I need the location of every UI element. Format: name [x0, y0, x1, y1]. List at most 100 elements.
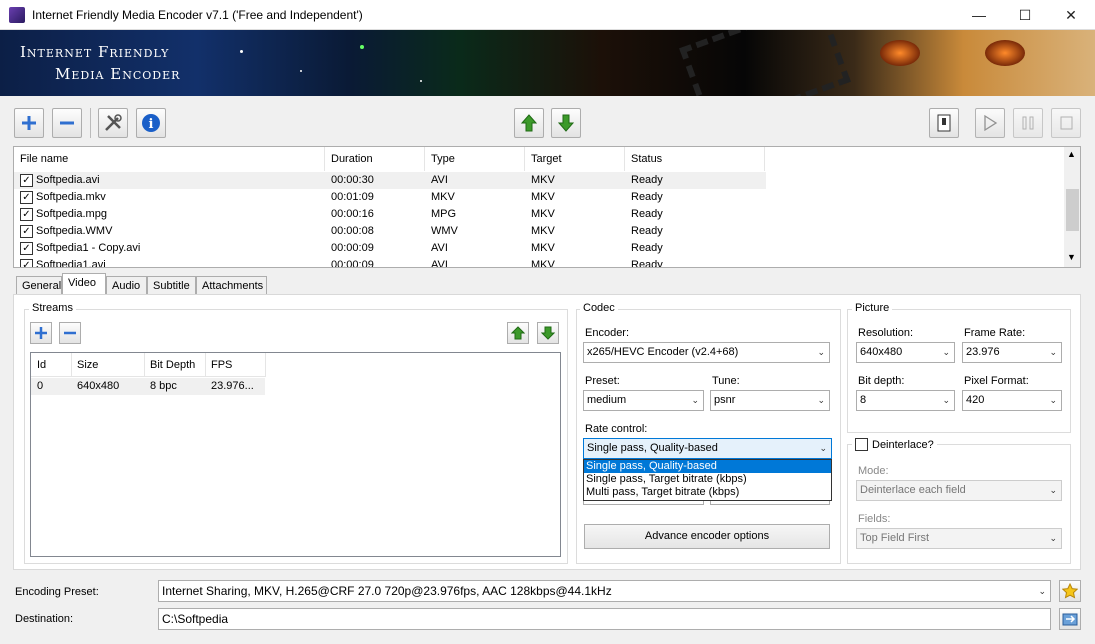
add-stream-button[interactable] [30, 322, 52, 344]
table-row[interactable]: ✓ Softpedia.WMV 00:00:08 WMV MKV Ready [14, 223, 766, 240]
move-up-button[interactable] [514, 108, 544, 138]
stream-bitdepth: 8 bpc [150, 380, 177, 392]
tab-video[interactable]: Video [62, 273, 106, 296]
pause-button[interactable] [1013, 108, 1043, 138]
table-row[interactable]: ✓ Softpedia1.avi 00:00:09 AVI MKV Ready [14, 257, 766, 267]
column-header-type[interactable]: Type [425, 147, 525, 171]
add-file-button[interactable] [14, 108, 44, 138]
tune-select[interactable]: psnr ⌄ [710, 390, 830, 411]
rate-option-quality[interactable]: Single pass, Quality-based [584, 460, 831, 473]
scroll-down-icon[interactable]: ▼ [1067, 252, 1076, 262]
chevron-down-icon: ⌄ [1049, 485, 1057, 495]
table-row[interactable]: ✓ Softpedia1 - Copy.avi 00:00:09 AVI MKV… [14, 240, 766, 257]
destination-input[interactable]: C:\Softpedia [158, 608, 1051, 630]
file-status: Ready [631, 242, 663, 254]
chevron-down-icon: ⌄ [817, 395, 825, 405]
rate-option-target-bitrate[interactable]: Single pass, Target bitrate (kbps) [584, 473, 831, 486]
move-down-button[interactable] [551, 108, 581, 138]
rate-control-select[interactable]: Single pass, Quality-based ⌄ [583, 438, 832, 459]
app-banner: Internet Friendly Media Encoder [0, 30, 1095, 96]
table-row[interactable]: 0 640x480 8 bpc 23.976... [31, 378, 265, 395]
chevron-down-icon: ⌄ [1049, 347, 1057, 357]
column-header-duration[interactable]: Duration [325, 147, 425, 171]
advance-encoder-options-button[interactable]: Advance encoder options [584, 524, 830, 549]
svg-text:i: i [149, 117, 154, 132]
pixel-format-select[interactable]: 420 ⌄ [962, 390, 1062, 411]
encoder-select[interactable]: x265/HEVC Encoder (v2.4+68) ⌄ [583, 342, 830, 363]
plus-icon [22, 116, 36, 130]
column-header-filename[interactable]: File name [14, 147, 325, 171]
file-list-scrollbar[interactable]: ▲ ▼ [1064, 147, 1080, 267]
scroll-thumb[interactable] [1066, 189, 1079, 231]
stream-up-button[interactable] [507, 322, 529, 344]
star-icon [1062, 583, 1078, 599]
maximize-button[interactable]: ☐ [1002, 0, 1048, 30]
chevron-down-icon: ⌄ [942, 395, 950, 405]
fields-value: Top Field First [860, 532, 930, 544]
row-checkbox[interactable]: ✓ [20, 208, 33, 221]
stream-down-button[interactable] [537, 322, 559, 344]
file-type: AVI [431, 174, 448, 186]
row-checkbox[interactable]: ✓ [20, 242, 33, 255]
file-name: Softpedia.WMV [36, 225, 113, 237]
column-header-bitdepth[interactable]: Bit Depth [150, 359, 195, 371]
column-header-target[interactable]: Target [525, 147, 625, 171]
file-status: Ready [631, 174, 663, 186]
deinterlace-label: Deinterlace? [872, 438, 934, 451]
tune-value: psnr [714, 394, 736, 406]
minimize-button[interactable]: — [956, 0, 1002, 30]
table-row[interactable]: ✓ Softpedia.mkv 00:01:09 MKV MKV Ready [14, 189, 766, 206]
row-checkbox[interactable]: ✓ [20, 225, 33, 238]
row-checkbox[interactable]: ✓ [20, 191, 33, 204]
tab-audio[interactable]: Audio [106, 276, 147, 295]
tab-general[interactable]: General [16, 276, 62, 295]
browse-destination-button[interactable] [1059, 608, 1081, 630]
column-header-status[interactable]: Status [625, 147, 765, 171]
resolution-value: 640x480 [860, 346, 903, 358]
stream-id: 0 [37, 380, 44, 392]
settings-button[interactable] [98, 108, 128, 138]
framerate-select[interactable]: 23.976 ⌄ [962, 342, 1062, 363]
chevron-down-icon: ⌄ [817, 347, 825, 357]
scroll-up-icon[interactable]: ▲ [1067, 149, 1076, 159]
encoding-preset-select[interactable]: Internet Sharing, MKV, H.265@CRF 27.0 72… [158, 580, 1051, 602]
codec-label: Codec [580, 302, 618, 314]
streams-label: Streams [29, 302, 76, 314]
row-checkbox[interactable]: ✓ [20, 259, 33, 267]
remove-file-button[interactable] [52, 108, 82, 138]
pause-icon [1022, 116, 1034, 130]
resolution-select[interactable]: 640x480 ⌄ [856, 342, 955, 363]
shutdown-toggle-button[interactable] [929, 108, 959, 138]
stop-button[interactable] [1051, 108, 1081, 138]
arrow-down-icon [557, 114, 575, 132]
remove-stream-button[interactable] [59, 322, 81, 344]
stop-icon [1060, 116, 1073, 130]
fields-select[interactable]: Top Field First ⌄ [856, 528, 1062, 549]
info-button[interactable]: i [136, 108, 166, 138]
plus-icon [35, 327, 47, 339]
chevron-down-icon: ⌄ [819, 443, 827, 453]
row-checkbox[interactable]: ✓ [20, 174, 33, 187]
table-row[interactable]: ✓ Softpedia.avi 00:00:30 AVI MKV Ready [14, 172, 766, 189]
file-name: Softpedia.mpg [36, 208, 107, 220]
column-header-id[interactable]: Id [37, 359, 46, 371]
close-button[interactable]: ✕ [1048, 0, 1094, 30]
column-header-size[interactable]: Size [77, 359, 98, 371]
tab-attachments[interactable]: Attachments [196, 276, 267, 295]
preset-select[interactable]: medium ⌄ [583, 390, 704, 411]
rate-option-multi-pass[interactable]: Multi pass, Target bitrate (kbps) [584, 486, 831, 499]
file-target: MKV [531, 191, 555, 203]
chevron-down-icon: ⌄ [942, 347, 950, 357]
tab-subtitle[interactable]: Subtitle [147, 276, 196, 295]
table-row[interactable]: ✓ Softpedia.mpg 00:00:16 MPG MKV Ready [14, 206, 766, 223]
deinterlace-header: Deinterlace? [852, 438, 937, 451]
favorite-preset-button[interactable] [1059, 580, 1081, 602]
deinterlace-checkbox[interactable] [855, 438, 868, 451]
mode-select[interactable]: Deinterlace each field ⌄ [856, 480, 1062, 501]
start-button[interactable] [975, 108, 1005, 138]
bitdepth-select[interactable]: 8 ⌄ [856, 390, 955, 411]
column-header-fps[interactable]: FPS [211, 359, 232, 371]
tune-label: Tune: [712, 375, 740, 387]
stream-size: 640x480 [77, 380, 120, 392]
stream-fps: 23.976... [211, 380, 254, 392]
